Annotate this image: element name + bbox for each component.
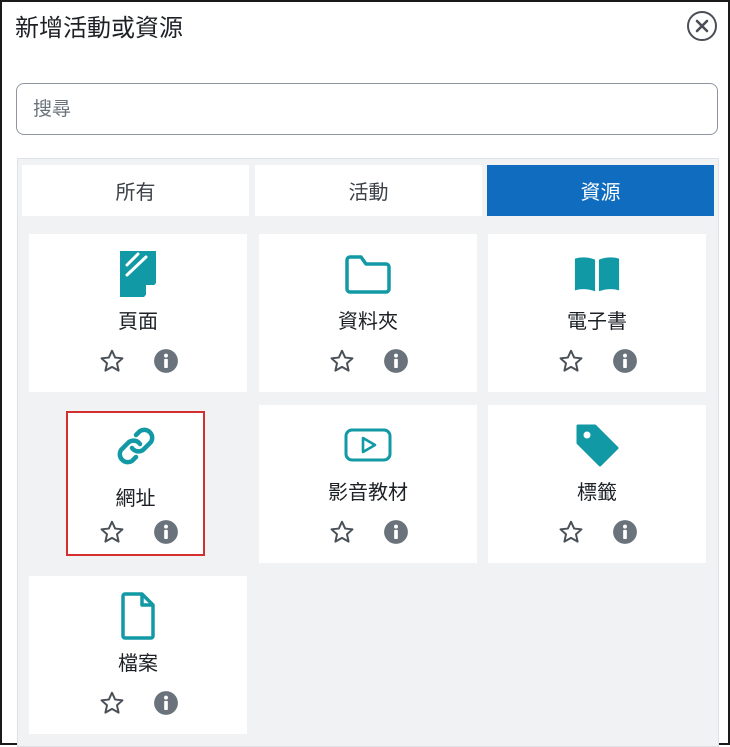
folder-icon	[344, 250, 392, 298]
module-label: 標籤	[577, 480, 617, 504]
file-icon	[114, 592, 162, 640]
info-icon[interactable]	[383, 348, 409, 374]
add-activity-dialog: 新增活動或資源 所有 活動 資源 頁面	[0, 0, 730, 747]
tab-resources[interactable]: 資源	[487, 165, 714, 216]
module-label: 頁面	[118, 309, 158, 333]
module-card-page[interactable]: 頁面	[29, 234, 247, 392]
star-icon[interactable]	[329, 348, 355, 374]
close-icon	[695, 19, 709, 33]
module-label: 電子書	[567, 309, 627, 333]
info-icon[interactable]	[612, 348, 638, 374]
info-icon[interactable]	[153, 690, 179, 716]
module-label: 檔案	[118, 651, 158, 675]
page-icon	[114, 250, 162, 298]
module-card-video[interactable]: 影音教材	[259, 405, 477, 563]
module-card-file[interactable]: 檔案	[29, 576, 247, 734]
module-card-label[interactable]: 標籤	[488, 405, 706, 563]
info-icon[interactable]	[383, 519, 409, 545]
tab-activities[interactable]: 活動	[255, 165, 482, 216]
module-label: 網址	[115, 486, 156, 510]
module-card-url[interactable]: 網址	[66, 411, 205, 556]
module-label: 資料夾	[338, 309, 398, 333]
video-icon	[344, 421, 392, 469]
module-chooser-panel: 所有 活動 資源 頁面 資料夾 電子書 網址 影音教材 標籤 檔案	[17, 158, 719, 747]
star-icon[interactable]	[329, 519, 355, 545]
module-card-folder[interactable]: 資料夾	[259, 234, 477, 392]
star-icon[interactable]	[558, 519, 584, 545]
star-icon[interactable]	[558, 348, 584, 374]
search-input[interactable]	[16, 83, 718, 135]
module-label: 影音教材	[328, 480, 408, 504]
tag-icon	[573, 421, 621, 469]
dialog-title: 新增活動或資源	[15, 14, 183, 42]
star-icon[interactable]	[99, 348, 125, 374]
info-icon[interactable]	[153, 348, 179, 374]
tab-all[interactable]: 所有	[22, 165, 249, 216]
star-icon[interactable]	[99, 690, 125, 716]
star-icon[interactable]	[99, 519, 125, 545]
link-icon	[112, 422, 160, 470]
module-card-book[interactable]: 電子書	[488, 234, 706, 392]
info-icon[interactable]	[153, 519, 179, 545]
info-icon[interactable]	[612, 519, 638, 545]
close-button[interactable]	[687, 11, 717, 41]
book-icon	[573, 250, 621, 298]
